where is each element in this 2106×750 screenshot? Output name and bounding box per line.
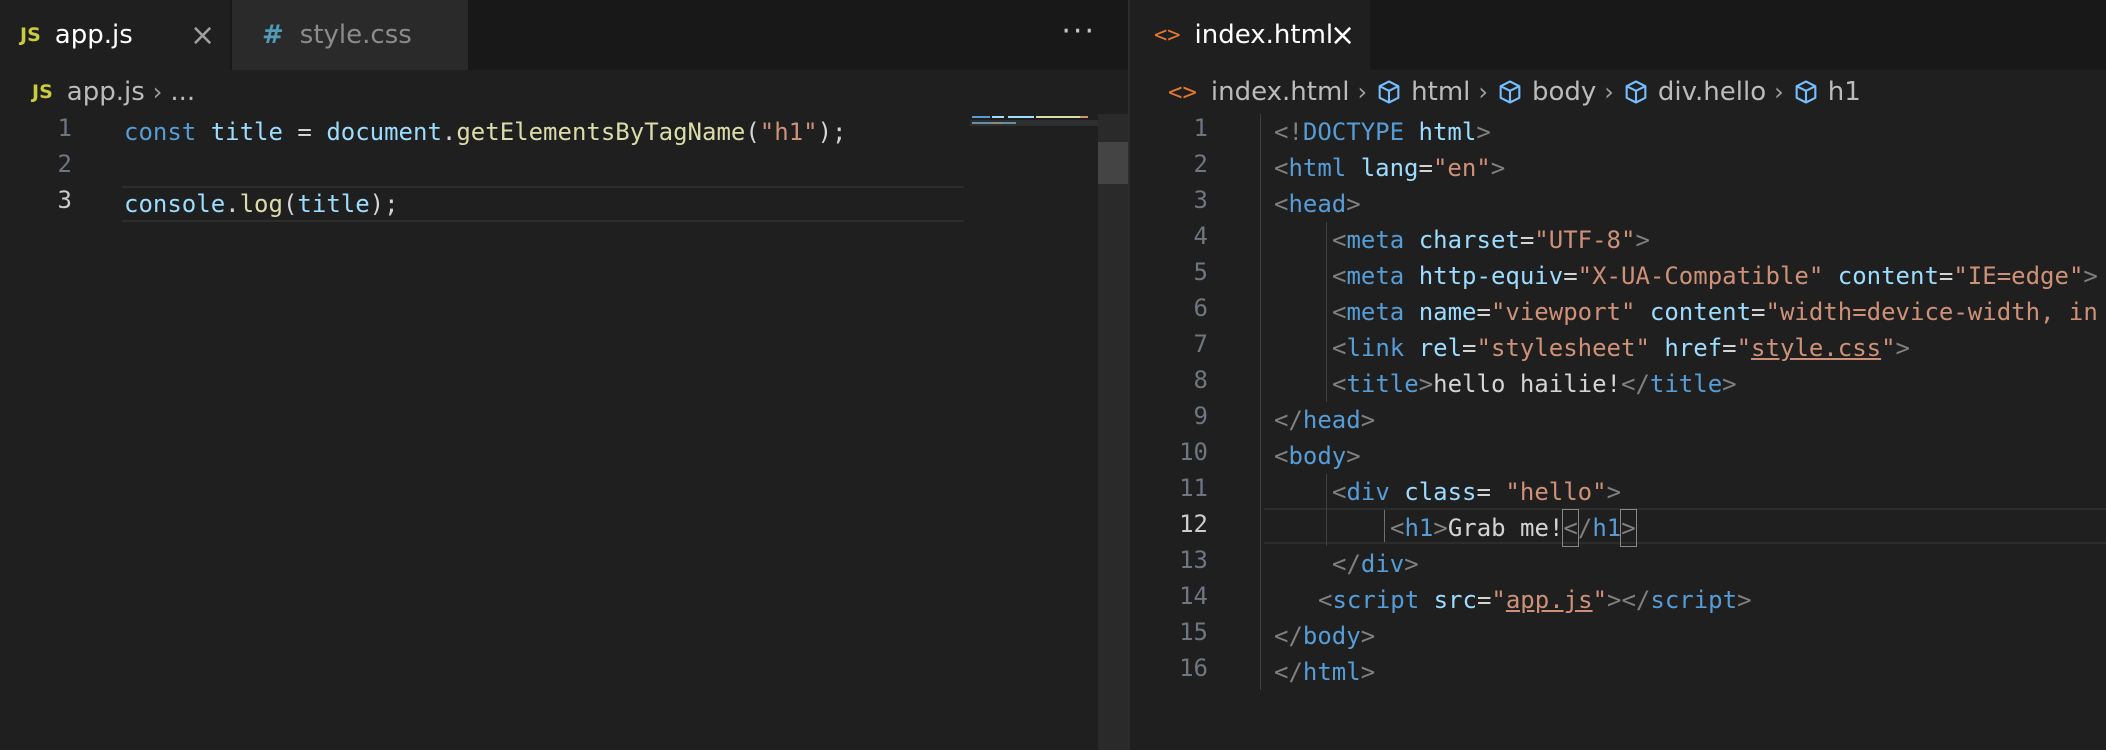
element-cube-icon xyxy=(1625,80,1647,104)
left-tab-bar: JS app.js × # style.css ··· xyxy=(0,0,1128,70)
code-line: console.log(title); xyxy=(124,190,399,218)
breadcrumb-item-html[interactable]: html xyxy=(1411,77,1470,107)
line-number: 10 xyxy=(1179,438,1208,466)
chevron-right-icon: › xyxy=(1357,78,1368,106)
code-line: <meta name="viewport" content="width=dev… xyxy=(1332,298,2098,326)
close-icon[interactable]: × xyxy=(190,18,215,53)
line-number: 9 xyxy=(1193,402,1208,430)
line-number: 2 xyxy=(57,150,72,178)
line-number: 16 xyxy=(1179,654,1208,682)
code-line: </head> xyxy=(1274,406,1376,434)
close-icon[interactable]: × xyxy=(1330,18,1355,53)
line-number: 12 xyxy=(1179,510,1208,538)
chevron-right-icon: › xyxy=(1604,78,1614,106)
element-cube-icon xyxy=(1795,80,1817,104)
line-number: 8 xyxy=(1193,366,1208,394)
line-number: 14 xyxy=(1179,582,1208,610)
breadcrumb-item-h1[interactable]: h1 xyxy=(1828,77,1861,107)
left-editor-group: JS app.js × # style.css ··· JS app.js › … xyxy=(0,0,1128,750)
indent-guide xyxy=(1326,222,1327,402)
tab-label: style.css xyxy=(299,20,412,50)
code-line: </html> xyxy=(1274,658,1376,686)
line-number: 3 xyxy=(57,186,72,214)
code-line: <link rel="stylesheet" href="style.css"> xyxy=(1332,334,1910,362)
indent-guide xyxy=(1260,114,1261,690)
code-line: <script src="app.js"></script> xyxy=(1318,586,1752,614)
breadcrumb-item-file[interactable]: index.html xyxy=(1211,77,1350,107)
element-cube-icon xyxy=(1499,80,1521,104)
code-line: <meta charset="UTF-8"> xyxy=(1332,226,1650,254)
breadcrumb-item-file[interactable]: app.js xyxy=(67,77,145,107)
element-cube-icon xyxy=(1378,80,1400,104)
code-line: <head> xyxy=(1274,190,1361,218)
code-line: <html lang="en"> xyxy=(1274,154,1506,182)
line-number: 1 xyxy=(57,114,72,142)
html-file-icon: <> xyxy=(1168,78,1197,106)
code-line: <meta http-equiv="X-UA-Compatible" conte… xyxy=(1332,262,2098,290)
code-line: <body> xyxy=(1274,442,1361,470)
chevron-right-icon: › xyxy=(1478,78,1488,106)
code-editor-index-html[interactable]: 1 2 3 4 5 6 7 8 9 10 11 12 13 14 15 16 <… xyxy=(1130,114,2106,750)
vertical-scrollbar[interactable] xyxy=(1098,114,1128,750)
css-file-icon: # xyxy=(262,20,284,50)
tab-app-js[interactable]: JS app.js × xyxy=(0,0,230,70)
chevron-right-icon: › xyxy=(152,78,163,106)
code-line: <div class= "hello"> xyxy=(1332,478,1622,506)
line-number: 6 xyxy=(1193,294,1208,322)
js-file-icon: JS xyxy=(32,81,53,103)
stylesheet-link[interactable]: style.css xyxy=(1751,334,1881,362)
line-number: 5 xyxy=(1193,258,1208,286)
script-link[interactable]: app.js xyxy=(1506,586,1593,614)
line-number: 1 xyxy=(1193,114,1208,142)
chevron-right-icon: › xyxy=(1774,78,1784,106)
code-editor-app-js[interactable]: 1 2 3 const title = document.getElements… xyxy=(0,114,1128,750)
indent-guide xyxy=(1384,510,1385,542)
html-file-icon: <> xyxy=(1154,22,1181,48)
line-number: 4 xyxy=(1193,222,1208,250)
line-number: 13 xyxy=(1179,546,1208,574)
code-line: <!DOCTYPE html> xyxy=(1274,118,1491,146)
tab-style-css[interactable]: # style.css xyxy=(232,0,468,70)
code-line: <h1>Grab me!</h1> xyxy=(1390,509,1637,547)
tab-label: app.js xyxy=(54,20,133,50)
tab-index-html[interactable]: <> index.html × xyxy=(1130,0,1370,70)
breadcrumb-item-div[interactable]: div.hello xyxy=(1658,77,1766,107)
code-line: </div> xyxy=(1332,550,1419,578)
line-number: 2 xyxy=(1193,150,1208,178)
js-file-icon: JS xyxy=(20,24,41,46)
code-line: </body> xyxy=(1274,622,1376,650)
code-line: <title>hello hailie!</title> xyxy=(1332,370,1737,398)
breadcrumb-item-body[interactable]: body xyxy=(1532,77,1596,107)
more-actions-icon[interactable]: ··· xyxy=(1061,14,1096,49)
tab-label: index.html xyxy=(1194,20,1334,50)
breadcrumb-item-rest[interactable]: ... xyxy=(170,77,195,107)
minimap[interactable] xyxy=(970,114,1100,144)
scrollbar-thumb[interactable] xyxy=(1098,142,1128,184)
code-line: const title = document.getElementsByTagN… xyxy=(124,118,847,146)
breadcrumb: <> index.html › html › body › div.hello … xyxy=(1130,70,2106,114)
line-number: 7 xyxy=(1193,330,1208,358)
line-number: 11 xyxy=(1179,474,1208,502)
right-editor-group: <> index.html × <> index.html › html › b… xyxy=(1130,0,2106,750)
line-number: 3 xyxy=(1193,186,1208,214)
right-tab-bar: <> index.html × xyxy=(1130,0,2106,70)
indent-guide xyxy=(1326,474,1327,546)
line-number: 15 xyxy=(1179,618,1208,646)
breadcrumb: JS app.js › ... xyxy=(0,70,1128,114)
